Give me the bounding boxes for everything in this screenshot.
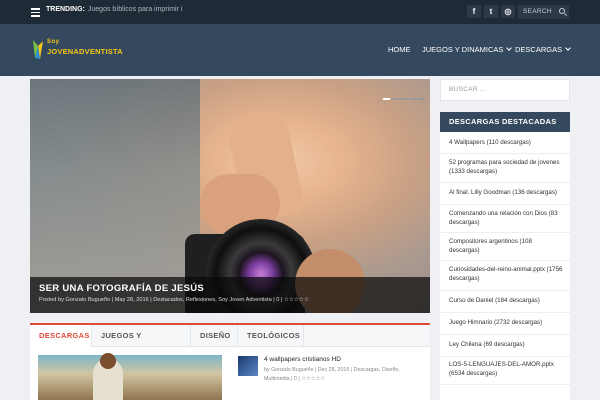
nav-juegos[interactable]: JUEGOS Y DINAMICAS	[422, 45, 513, 54]
chevron-down-icon	[565, 45, 571, 51]
slider-dot[interactable]	[391, 98, 399, 100]
list-item[interactable]: Curiosidades-del-reino-animal.pptx (1756…	[440, 261, 570, 291]
list-item[interactable]: LOS-5-LENGUAJES-DEL-AMOR.pptx (6534 desc…	[440, 357, 570, 385]
trending-ticker[interactable]: TRENDING: Juegos bíblicos para imprimir i	[46, 6, 182, 13]
list-item[interactable]: 4 Wallpapers (110 descargas)	[440, 132, 570, 154]
tabbed-posts: DESCARGAS JUEGOS Y DINAMICAS DISEÑO TEOL…	[30, 323, 430, 400]
tab-row: DESCARGAS JUEGOS Y DINAMICAS DISEÑO TEOL…	[30, 325, 430, 362]
nav-juegos-label: JUEGOS Y DINAMICAS	[422, 45, 504, 54]
site-logo[interactable]: Soy JOVENADVENTISTA	[32, 38, 127, 62]
jesus-head-shape	[100, 353, 116, 369]
trending-label: TRENDING:	[46, 6, 85, 13]
logo-text-main: JOVENADVENTISTA	[47, 47, 123, 56]
list-item[interactable]: Al final. Lilly Goodman (136 descargas)	[440, 183, 570, 205]
logo-text-top: Soy	[47, 39, 60, 45]
list-item[interactable]: Curso de Daniel (184 descargas)	[440, 291, 570, 313]
top-search-input[interactable]: SEARCH	[518, 5, 569, 19]
list-item[interactable]: Compositores argentinos (108 descargas)	[440, 233, 570, 261]
slider-caption: SER UNA FOTOGRAFÍA DE JESÚS Posted by Go…	[30, 277, 430, 313]
chevron-down-icon	[506, 45, 513, 51]
tab-juegos[interactable]: JUEGOS Y DINAMICAS	[92, 325, 191, 362]
downloads-widget: DESCARGAS DESTACADAS 4 Wallpapers (110 d…	[440, 112, 570, 400]
sidebar-search-input[interactable]: BUSCAR ...	[440, 79, 570, 101]
slider-meta: Posted by Gonzalo Bugueño | May 28, 2016…	[39, 297, 310, 303]
tab-teologicos[interactable]: TEOLÓGICOS	[238, 325, 304, 347]
post-meta: by Gonzalo Bugueño | Dec 28, 2015 | Desc…	[264, 367, 400, 382]
nav-home[interactable]: HOME	[388, 45, 411, 54]
list-item[interactable]: Ley Chilena (69 descargas)	[440, 335, 570, 357]
list-item[interactable]: 52 programas para sociedad de jovenes (1…	[440, 154, 570, 183]
slider-dot[interactable]	[383, 98, 390, 100]
post-title[interactable]: 4 wallpapers cristianos HD	[264, 356, 341, 363]
top-bar: TRENDING: Juegos bíblicos para imprimir i…	[0, 0, 600, 24]
widget-title: DESCARGAS DESTACADAS	[440, 112, 570, 132]
top-search-placeholder: SEARCH	[523, 8, 552, 15]
instagram-icon[interactable]: ◎	[501, 5, 515, 18]
tab-diseno[interactable]: DISEÑO	[191, 325, 238, 347]
nav-descargas[interactable]: DESCARGAS	[515, 45, 571, 54]
menu-icon[interactable]	[31, 8, 40, 17]
post-thumbnail[interactable]	[238, 356, 258, 376]
slider-dot[interactable]	[408, 98, 416, 100]
slider-title[interactable]: SER UNA FOTOGRAFÍA DE JESÚS	[39, 283, 204, 294]
slider-dot[interactable]	[400, 98, 407, 100]
tab-descargas[interactable]: DESCARGAS	[30, 325, 92, 347]
search-icon[interactable]	[559, 8, 565, 14]
trending-text[interactable]: Juegos bíblicos para imprimir i	[88, 6, 183, 13]
slider-dot[interactable]	[417, 98, 424, 100]
nav-descargas-label: DESCARGAS	[515, 45, 563, 54]
facebook-icon[interactable]: f	[467, 5, 481, 18]
twitter-icon[interactable]: t	[484, 5, 498, 18]
list-item[interactable]: Juego Himnario (2732 descargas)	[440, 313, 570, 335]
list-item[interactable]: Comenzando una relación con Dios (83 des…	[440, 205, 570, 233]
featured-post-image[interactable]	[38, 353, 222, 400]
logo-mark-icon	[33, 40, 43, 59]
slider-pagination	[383, 87, 426, 100]
